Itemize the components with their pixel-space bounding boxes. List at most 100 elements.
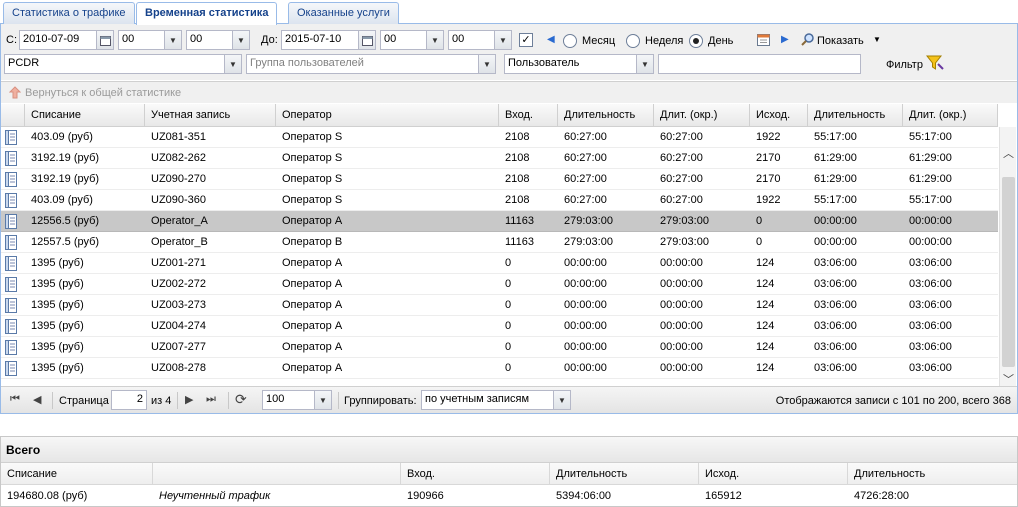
- table-cell: 03:06:00: [814, 257, 857, 269]
- document-icon[interactable]: [4, 361, 18, 376]
- source-select[interactable]: PCDR ▼: [4, 54, 242, 74]
- document-icon[interactable]: [4, 298, 18, 313]
- header-cell[interactable]: Длит. (окр.): [654, 104, 750, 127]
- from-date-input[interactable]: 2010-07-09: [19, 30, 97, 50]
- table-row[interactable]: 12556.5 (руб) Operator_A Оператор A 11163 27…: [1, 211, 998, 232]
- first-page-icon[interactable]: ⏮: [10, 393, 20, 406]
- to-hour-select[interactable]: 00 ▼: [380, 30, 444, 50]
- from-hour-select[interactable]: 00 ▼: [118, 30, 182, 50]
- chevron-down-icon[interactable]: ▼: [164, 31, 181, 49]
- table-row[interactable]: 1395 (руб) UZ003-273 Оператор A 0 00:00:00 00…: [1, 295, 998, 316]
- table-row[interactable]: 1395 (руб) UZ004-274 Оператор A 0 00:00:00 00…: [1, 316, 998, 337]
- back-to-general-stats-button[interactable]: Вернуться к общей статистике: [25, 87, 181, 99]
- radio-week[interactable]: [626, 34, 640, 48]
- group-by-select[interactable]: по учетным записям ▼: [421, 390, 571, 410]
- header-cell[interactable]: Длит. (окр.): [903, 104, 998, 127]
- header-cell[interactable]: Учетная запись: [145, 104, 276, 127]
- to-calendar-button[interactable]: [358, 30, 376, 50]
- header-cell[interactable]: Списание: [25, 104, 145, 127]
- header-cell[interactable]: Длительность: [558, 104, 654, 127]
- radio-week-label: Неделя: [645, 35, 684, 47]
- arrow-up-icon: [9, 86, 21, 99]
- show-button[interactable]: Показать: [817, 35, 864, 47]
- document-icon[interactable]: [4, 172, 18, 187]
- table-row[interactable]: 403.09 (руб) UZ081-351 Оператор S 2108 60:27…: [1, 127, 998, 148]
- table-cell: 0: [505, 299, 512, 311]
- from-minute-select[interactable]: 00 ▼: [186, 30, 250, 50]
- chevron-down-icon[interactable]: ▼: [873, 35, 881, 44]
- table-cell: 00:00:00: [660, 320, 703, 332]
- vertical-scrollbar[interactable]: ︿ ﹀: [999, 127, 1016, 386]
- header-cell[interactable]: Вход.: [499, 104, 558, 127]
- next-period-icon[interactable]: ▶: [781, 34, 789, 45]
- document-icon[interactable]: [4, 214, 18, 229]
- filter-text-input[interactable]: [658, 54, 861, 74]
- table-row[interactable]: 1395 (руб) UZ008-278 Оператор A 0 00:00:00 00…: [1, 358, 998, 379]
- totals-header-cell: [153, 463, 401, 485]
- table-row[interactable]: 1395 (руб) UZ002-272 Оператор A 0 00:00:00 00…: [1, 274, 998, 295]
- period-checkbox[interactable]: ✓: [519, 33, 533, 47]
- from-calendar-button[interactable]: [96, 30, 114, 50]
- chevron-down-icon[interactable]: ▼: [553, 391, 570, 409]
- user-group-select[interactable]: Группа пользователей ▼: [246, 54, 496, 74]
- radio-day[interactable]: [689, 34, 703, 48]
- table-row[interactable]: 3192.19 (руб) UZ090-270 Оператор S 2108 60:2…: [1, 169, 998, 190]
- chevron-down-icon[interactable]: ▼: [314, 391, 331, 409]
- chevron-down-icon[interactable]: ▼: [636, 55, 653, 73]
- table-cell: 00:00:00: [564, 257, 607, 269]
- chevron-down-icon[interactable]: ▼: [478, 55, 495, 73]
- to-minute-select[interactable]: 00 ▼: [448, 30, 512, 50]
- filter-button-label[interactable]: Фильтр: [886, 59, 923, 71]
- calendar-icon[interactable]: [757, 33, 770, 46]
- document-icon[interactable]: [4, 256, 18, 271]
- header-cell[interactable]: Исход.: [750, 104, 808, 127]
- document-icon[interactable]: [4, 235, 18, 250]
- table-row[interactable]: 3192.19 (руб) UZ082-262 Оператор S 2108 60:2…: [1, 148, 998, 169]
- header-cell[interactable]: Оператор: [276, 104, 499, 127]
- chevron-down-icon[interactable]: ▼: [224, 55, 241, 73]
- refresh-icon[interactable]: ⟳: [235, 391, 247, 408]
- tab-services[interactable]: Оказанные услуги: [288, 2, 399, 24]
- document-icon[interactable]: [4, 151, 18, 166]
- table-row[interactable]: 12557.5 (руб) Operator_B Оператор B 11163 27…: [1, 232, 998, 253]
- page-size-select[interactable]: 100 ▼: [262, 390, 332, 410]
- header-cell[interactable]: Длительность: [808, 104, 903, 127]
- document-icon[interactable]: [4, 130, 18, 145]
- scroll-up-icon[interactable]: ︿: [1003, 145, 1014, 161]
- table-cell: 3192.19 (руб): [31, 173, 100, 185]
- table-cell: Оператор A: [282, 215, 343, 227]
- table-cell: 2108: [505, 194, 530, 206]
- document-icon[interactable]: [4, 277, 18, 292]
- scrollbar-thumb[interactable]: [1002, 177, 1015, 367]
- table-row[interactable]: 1395 (руб) UZ001-271 Оператор A 0 00:00:00 00…: [1, 253, 998, 274]
- to-label: До:: [261, 34, 278, 46]
- document-icon[interactable]: [4, 193, 18, 208]
- prev-page-icon[interactable]: ◀: [33, 393, 41, 406]
- chevron-down-icon[interactable]: ▼: [426, 31, 443, 49]
- table-cell: 403.09 (руб): [31, 194, 93, 206]
- table-cell: 12556.5 (руб): [31, 215, 100, 227]
- table-cell: 00:00:00: [814, 215, 857, 227]
- document-icon[interactable]: [4, 319, 18, 334]
- document-icon[interactable]: [4, 340, 18, 355]
- filter-icon[interactable]: [926, 55, 944, 71]
- table-cell: 03:06:00: [909, 278, 952, 290]
- chevron-down-icon[interactable]: ▼: [232, 31, 249, 49]
- table-row[interactable]: 1395 (руб) UZ007-277 Оператор A 0 00:00:00 00…: [1, 337, 998, 358]
- user-select[interactable]: Пользователь ▼: [504, 54, 654, 74]
- page-number-input[interactable]: 2: [111, 390, 147, 410]
- next-page-icon[interactable]: ▶: [185, 393, 193, 406]
- tab-time-stats[interactable]: Временная статистика: [136, 2, 278, 25]
- prev-period-icon[interactable]: ◀: [547, 34, 555, 45]
- table-row[interactable]: 403.09 (руб) UZ090-360 Оператор S 2108 60:27…: [1, 190, 998, 211]
- totals-incoming-duration: 5394:06:00: [556, 490, 612, 502]
- last-page-icon[interactable]: ⏭: [206, 393, 216, 406]
- to-date-input[interactable]: 2015-07-10: [281, 30, 359, 50]
- chevron-down-icon[interactable]: ▼: [494, 31, 511, 49]
- calendar-icon: [99, 35, 111, 46]
- table-cell: 11163: [505, 215, 534, 227]
- scroll-down-icon[interactable]: ﹀: [1003, 371, 1014, 386]
- tab-traffic-stats[interactable]: Статистика о трафике: [3, 2, 135, 24]
- radio-month[interactable]: [563, 34, 577, 48]
- table-cell: 03:06:00: [909, 341, 952, 353]
